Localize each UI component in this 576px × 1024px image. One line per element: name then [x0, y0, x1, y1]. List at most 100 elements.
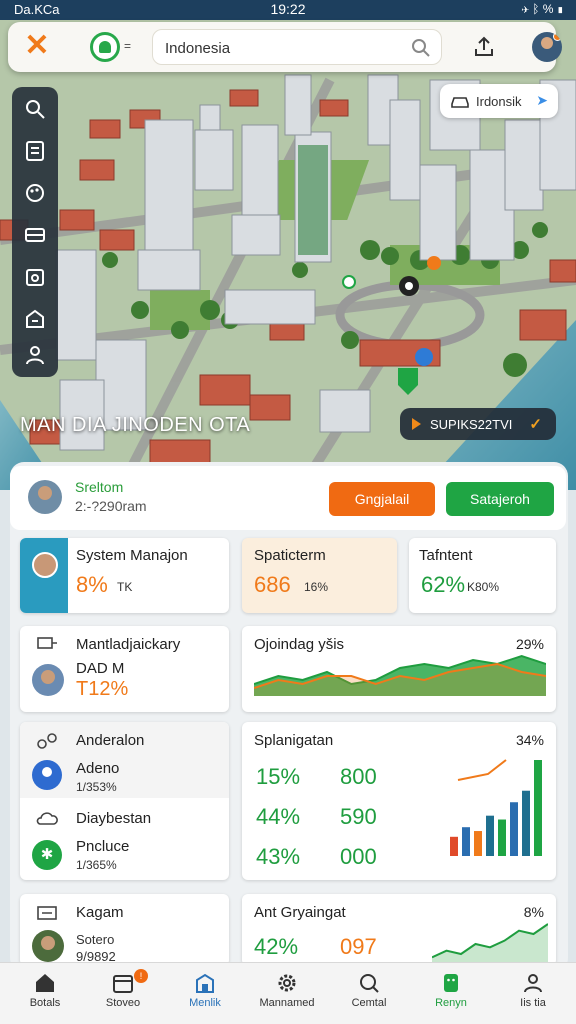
close-icon[interactable]: ✕	[22, 31, 52, 62]
profile-card: Sreltom 2:-?290ram Gngjalail Satajeroh	[10, 466, 566, 530]
nav-tab-settings[interactable]: Mannamed	[246, 963, 328, 1024]
bar	[522, 790, 530, 856]
car-icon	[451, 97, 469, 108]
user-icon	[524, 974, 542, 993]
stat-value: 62%	[421, 572, 466, 597]
stat-card-system[interactable]: System Manajon 8% TK	[20, 538, 229, 613]
metric-percent: 44%	[256, 804, 301, 829]
location-chip[interactable]: Irdonsik ➤	[440, 84, 558, 118]
user-name: DAD M	[76, 660, 125, 677]
area-chart	[432, 923, 548, 964]
search-icon[interactable]	[23, 97, 47, 121]
row-title: Anderalon	[76, 732, 145, 749]
nav-label: Mannamed	[259, 997, 315, 1009]
notification-badge: !	[134, 969, 148, 983]
metric-percent: 42%	[254, 934, 299, 959]
metric-number: 000	[340, 844, 377, 869]
search-input[interactable]	[165, 37, 405, 59]
card-percent: 34%	[515, 732, 544, 748]
stat-title: Tafntent	[419, 547, 473, 564]
orange-action-button[interactable]: Gngjalail	[329, 482, 435, 516]
chart-card-splanigatan[interactable]: Splanigatan 34% 15% 800 44% 590 43% 000	[242, 722, 556, 880]
search-icon[interactable]	[411, 38, 431, 58]
bar	[510, 802, 518, 856]
row-sub: 1/365%	[76, 858, 117, 872]
metric-number: 800	[340, 764, 377, 789]
check-icon: ✓	[529, 416, 542, 433]
left-card-mantlad[interactable]: Mantladjaickary DAD M T12%	[20, 626, 229, 712]
card-title: Ojoindag yšis	[254, 636, 345, 653]
home-icon	[36, 974, 54, 992]
stat-unit: K80%	[467, 580, 500, 594]
tools-icon[interactable]	[23, 307, 47, 331]
camera-icon[interactable]	[23, 265, 47, 289]
chat-icon	[37, 637, 57, 649]
card-title: Kagam	[76, 904, 124, 921]
map-tool-sidebar	[12, 87, 58, 377]
user-avatar	[32, 930, 64, 962]
route-label: SUPIKS22TVI	[430, 417, 513, 432]
app-logo-icon[interactable]	[90, 32, 120, 62]
user-icon[interactable]	[23, 343, 47, 367]
menu-toggle-icon[interactable]: =	[124, 39, 131, 53]
bar	[534, 760, 542, 856]
user-circle-icon	[32, 760, 62, 790]
nav-label: Stoveo	[105, 997, 141, 1009]
nav-label: Menlik	[189, 997, 221, 1009]
palette-icon[interactable]	[23, 181, 47, 205]
share-icon[interactable]	[472, 35, 496, 59]
document-icon[interactable]	[23, 139, 47, 163]
row-sub: 1/353%	[76, 780, 117, 794]
green-action-button[interactable]: Satajeroh	[446, 482, 554, 516]
nav-label: Iis tia	[520, 997, 546, 1009]
android-icon	[444, 974, 458, 992]
card-percent: 8%	[523, 904, 544, 920]
wallet-icon	[37, 906, 57, 920]
route-chip[interactable]: SUPIKS22TVI ✓	[400, 408, 556, 440]
nav-tab-calendar[interactable]: ! Stoveo	[82, 963, 164, 1024]
building-icon	[196, 973, 214, 993]
area-chart	[254, 654, 546, 696]
profile-name: Sreltom	[75, 479, 124, 495]
trend-arrow	[457, 759, 507, 781]
top-bar: ✕ =	[8, 22, 562, 72]
search-box	[152, 29, 442, 65]
series-area-0	[432, 924, 548, 964]
left-card-anderalon[interactable]: Anderalon Adeno 1/353% Diaybestan ✱ Pncl…	[20, 722, 229, 880]
search-icon	[360, 974, 379, 993]
card-percent: 29%	[515, 636, 544, 652]
stat-avatar	[32, 552, 58, 578]
bar	[486, 815, 494, 856]
metric-number: 590	[340, 804, 377, 829]
nav-tab-profile[interactable]: Iis tia	[492, 963, 574, 1024]
stat-card-spaticterm[interactable]: Spaticterm 686 16%	[242, 538, 397, 613]
profile-avatar[interactable]	[28, 480, 62, 514]
stat-unit: 16%	[304, 580, 329, 594]
row-name: Pncluce	[76, 838, 130, 855]
bar	[474, 831, 482, 856]
bar	[450, 836, 458, 856]
chart-card-ant[interactable]: Ant Gryaingat 8% 42% 097	[242, 894, 556, 966]
chart-card-ojoindag[interactable]: Ojoindag yšis 29%	[242, 626, 556, 712]
metric-percent: 15%	[256, 764, 301, 789]
nav-tab-building[interactable]: Menlik	[164, 963, 246, 1024]
metric-number: 097	[340, 934, 377, 959]
user-avatar	[32, 664, 64, 696]
nav-tab-android[interactable]: Renyn	[410, 963, 492, 1024]
link-icon	[37, 733, 57, 749]
bar	[462, 827, 470, 856]
battery-indicator: ✈ ᛒ % ▮	[521, 2, 564, 16]
gear-icon	[278, 974, 296, 992]
stat-card-tafntent[interactable]: Tafntent 62% K80%	[409, 538, 556, 613]
user-avatar[interactable]	[532, 32, 562, 62]
stat-title: Spaticterm	[254, 547, 326, 564]
nav-tab-home[interactable]: Botals	[4, 963, 86, 1024]
nav-label: Renyn	[435, 997, 467, 1009]
nav-tab-search[interactable]: Cemtal	[328, 963, 410, 1024]
left-card-kagam[interactable]: Kagam Sotero 9/9892	[20, 894, 229, 966]
user-value: T12%	[76, 678, 129, 700]
map-title: MAN DIA JINODEN OTA	[20, 414, 251, 436]
clock: 19:22	[270, 1, 306, 17]
layers-icon[interactable]	[23, 223, 47, 247]
profile-subtitle: 2:-?290ram	[75, 498, 147, 514]
